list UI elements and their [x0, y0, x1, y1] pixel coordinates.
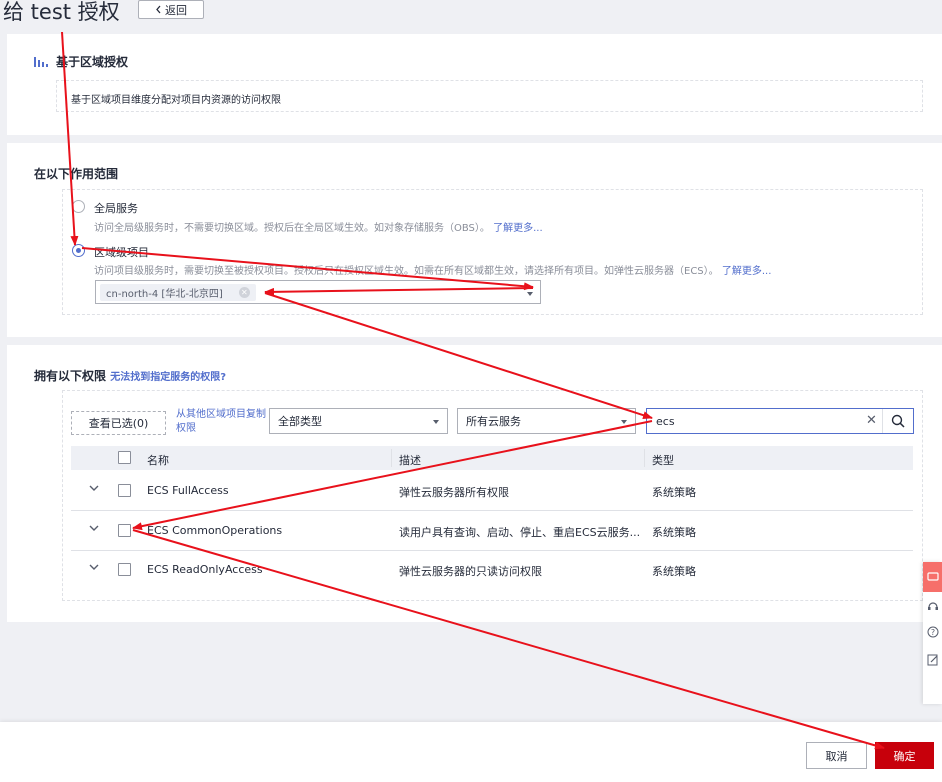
row-type: 系统策略 — [652, 565, 696, 578]
column-divider — [644, 449, 645, 467]
cannot-find-permission-link[interactable]: 无法找到指定服务的权限? — [110, 372, 226, 383]
policy-card: 基于区域授权 基于区域项目维度分配对项目内资源的访问权限 — [7, 34, 942, 135]
back-button-label: 返回 — [165, 3, 187, 17]
policy-name: 基于区域授权 — [56, 55, 129, 69]
region-project-select[interactable]: cn-north-4 [华北-北京四] ✕ — [95, 280, 541, 304]
footer-bar: 取消 确定 — [0, 722, 942, 782]
chevron-left-icon — [156, 5, 161, 14]
permissions-title: 拥有以下权限 无法找到指定服务的权限? — [34, 369, 227, 383]
type-filter-select[interactable]: 全部类型 — [269, 408, 448, 434]
view-selected-button[interactable]: 查看已选(0) — [71, 411, 166, 435]
expand-chevron-icon[interactable] — [89, 523, 99, 533]
search-input[interactable]: ecs ✕ — [646, 408, 914, 434]
column-desc: 描述 — [399, 454, 421, 467]
search-input-value: ecs — [656, 415, 675, 428]
row-type: 系统策略 — [652, 526, 696, 539]
select-all-checkbox[interactable] — [118, 451, 131, 464]
global-option-label: 全局服务 — [94, 202, 138, 215]
search-icon — [891, 414, 905, 428]
row-name: ECS FullAccess — [147, 484, 229, 497]
region-tag: cn-north-4 [华北-北京四] ✕ — [100, 284, 256, 301]
scope-card: 在以下作用范围 全局服务 访问全局级服务时，不需要切换区域。授权后在全局区域生效… — [7, 143, 942, 337]
column-name: 名称 — [147, 454, 169, 467]
back-button[interactable]: 返回 — [138, 0, 204, 19]
column-divider — [391, 449, 392, 467]
scope-title: 在以下作用范围 — [34, 167, 119, 181]
chevron-down-icon — [621, 420, 627, 424]
page-header: 给 test 授权 返回 — [0, 0, 942, 30]
page-title: 给 test 授权 — [3, 0, 120, 24]
clear-icon[interactable]: ✕ — [866, 413, 877, 428]
tag-remove-icon[interactable]: ✕ — [238, 287, 250, 298]
row-name: ECS ReadOnlyAccess — [147, 563, 263, 576]
row-type: 系统策略 — [652, 486, 696, 499]
global-option-desc: 访问全局级服务时，不需要切换区域。授权后在全局区域生效。如对象存储服务（OBS）… — [94, 223, 543, 234]
row-desc: 读用户具有查询、启动、停止、重启ECS云服务... — [399, 526, 641, 539]
floating-toolbar: ? — [923, 562, 942, 704]
radio-region[interactable] — [72, 244, 85, 257]
service-filter-value: 所有云服务 — [466, 415, 521, 428]
table-header: 名称 描述 类型 — [71, 446, 913, 470]
region-tag-label: cn-north-4 [华北-北京四] — [106, 289, 223, 300]
global-learn-more-link[interactable]: 了解更多... — [493, 223, 543, 234]
cancel-button[interactable]: 取消 — [806, 742, 867, 769]
type-filter-value: 全部类型 — [278, 415, 322, 428]
headset-icon[interactable] — [927, 600, 939, 612]
service-filter-select[interactable]: 所有云服务 — [457, 408, 636, 434]
radio-global[interactable] — [72, 200, 85, 213]
svg-text:?: ? — [931, 628, 935, 637]
region-option-desc: 访问项目级服务时，需要切换至被授权项目。授权后只在授权区域生效。如需在所有区域都… — [94, 266, 772, 277]
region-option-label: 区域级项目 — [94, 246, 149, 259]
row-desc: 弹性云服务器所有权限 — [399, 486, 509, 499]
chevron-down-icon — [527, 292, 533, 296]
row-checkbox[interactable] — [118, 484, 131, 497]
row-checkbox[interactable] — [118, 524, 131, 537]
policy-description: 基于区域项目维度分配对项目内资源的访问权限 — [71, 95, 281, 106]
row-checkbox[interactable] — [118, 563, 131, 576]
edit-icon[interactable] — [927, 654, 939, 666]
table-row[interactable]: ECS ReadOnlyAccess 弹性云服务器的只读访问权限 系统策略 — [71, 550, 913, 590]
policy-icon — [34, 57, 48, 67]
help-icon[interactable]: ? — [927, 626, 939, 638]
region-learn-more-link[interactable]: 了解更多... — [722, 266, 772, 277]
column-type: 类型 — [652, 454, 674, 467]
float-toolbar-top[interactable] — [923, 562, 942, 592]
row-name: ECS CommonOperations — [147, 524, 283, 537]
confirm-button[interactable]: 确定 — [875, 742, 934, 769]
table-row[interactable]: ECS FullAccess 弹性云服务器所有权限 系统策略 — [71, 471, 913, 511]
chevron-down-icon — [433, 420, 439, 424]
permissions-card: 拥有以下权限 无法找到指定服务的权限? 查看已选(0) 从其他区域项目复制权限 … — [7, 345, 942, 622]
copy-from-other-region-link[interactable]: 从其他区域项目复制权限 — [176, 408, 272, 436]
expand-chevron-icon[interactable] — [89, 562, 99, 572]
table-row[interactable]: ECS CommonOperations 读用户具有查询、启动、停止、重启ECS… — [71, 511, 913, 551]
search-button[interactable] — [882, 409, 913, 433]
expand-chevron-icon[interactable] — [89, 483, 99, 493]
row-desc: 弹性云服务器的只读访问权限 — [399, 565, 542, 578]
feedback-icon — [927, 572, 939, 581]
